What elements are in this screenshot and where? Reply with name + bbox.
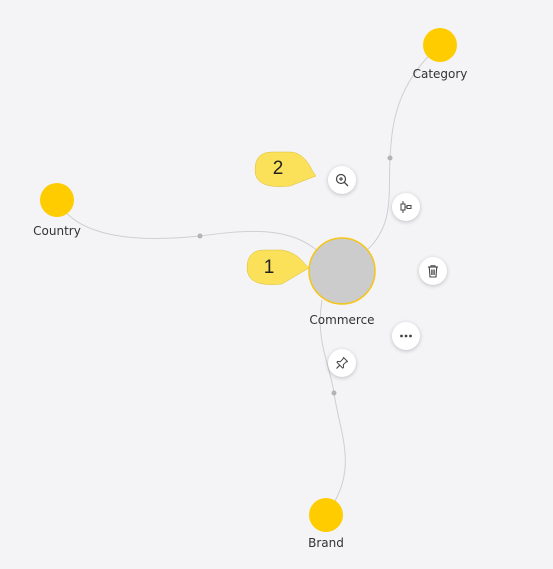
pin-button[interactable] bbox=[328, 349, 356, 377]
trash-icon bbox=[428, 265, 438, 278]
expand-button[interactable] bbox=[392, 193, 420, 221]
node-label-category: Category bbox=[412, 67, 468, 81]
graph-canvas: Category Country Brand Commerce 2 1 bbox=[0, 0, 553, 569]
edge-midpoint-brand bbox=[331, 390, 337, 396]
edge-midpoint-category bbox=[387, 155, 393, 161]
node-label-brand: Brand bbox=[308, 536, 344, 550]
node-category[interactable] bbox=[423, 28, 457, 62]
edge-commerce-country bbox=[56, 199, 321, 254]
callout-number-1: 1 bbox=[263, 257, 275, 278]
edge-commerce-brand bbox=[319, 299, 346, 516]
callout-bubble-1 bbox=[246, 249, 310, 285]
callout-bubble-2 bbox=[254, 151, 317, 187]
node-commerce[interactable] bbox=[308, 237, 376, 305]
more-horizontal-icon bbox=[400, 334, 412, 338]
node-label-commerce: Commerce bbox=[309, 313, 375, 327]
zoom-in-button[interactable] bbox=[328, 166, 356, 194]
zoom-in-icon bbox=[335, 173, 349, 187]
pin-icon bbox=[336, 357, 348, 369]
node-label-country: Country bbox=[33, 224, 81, 238]
edge-midpoint-country bbox=[197, 233, 203, 239]
graph-svg bbox=[40, 28, 457, 532]
callout-number-2: 2 bbox=[272, 158, 284, 179]
delete-button[interactable] bbox=[419, 257, 447, 285]
expand-icon bbox=[400, 201, 412, 213]
node-brand[interactable] bbox=[309, 498, 343, 532]
more-options-button[interactable] bbox=[392, 322, 420, 350]
node-country[interactable] bbox=[40, 183, 74, 217]
